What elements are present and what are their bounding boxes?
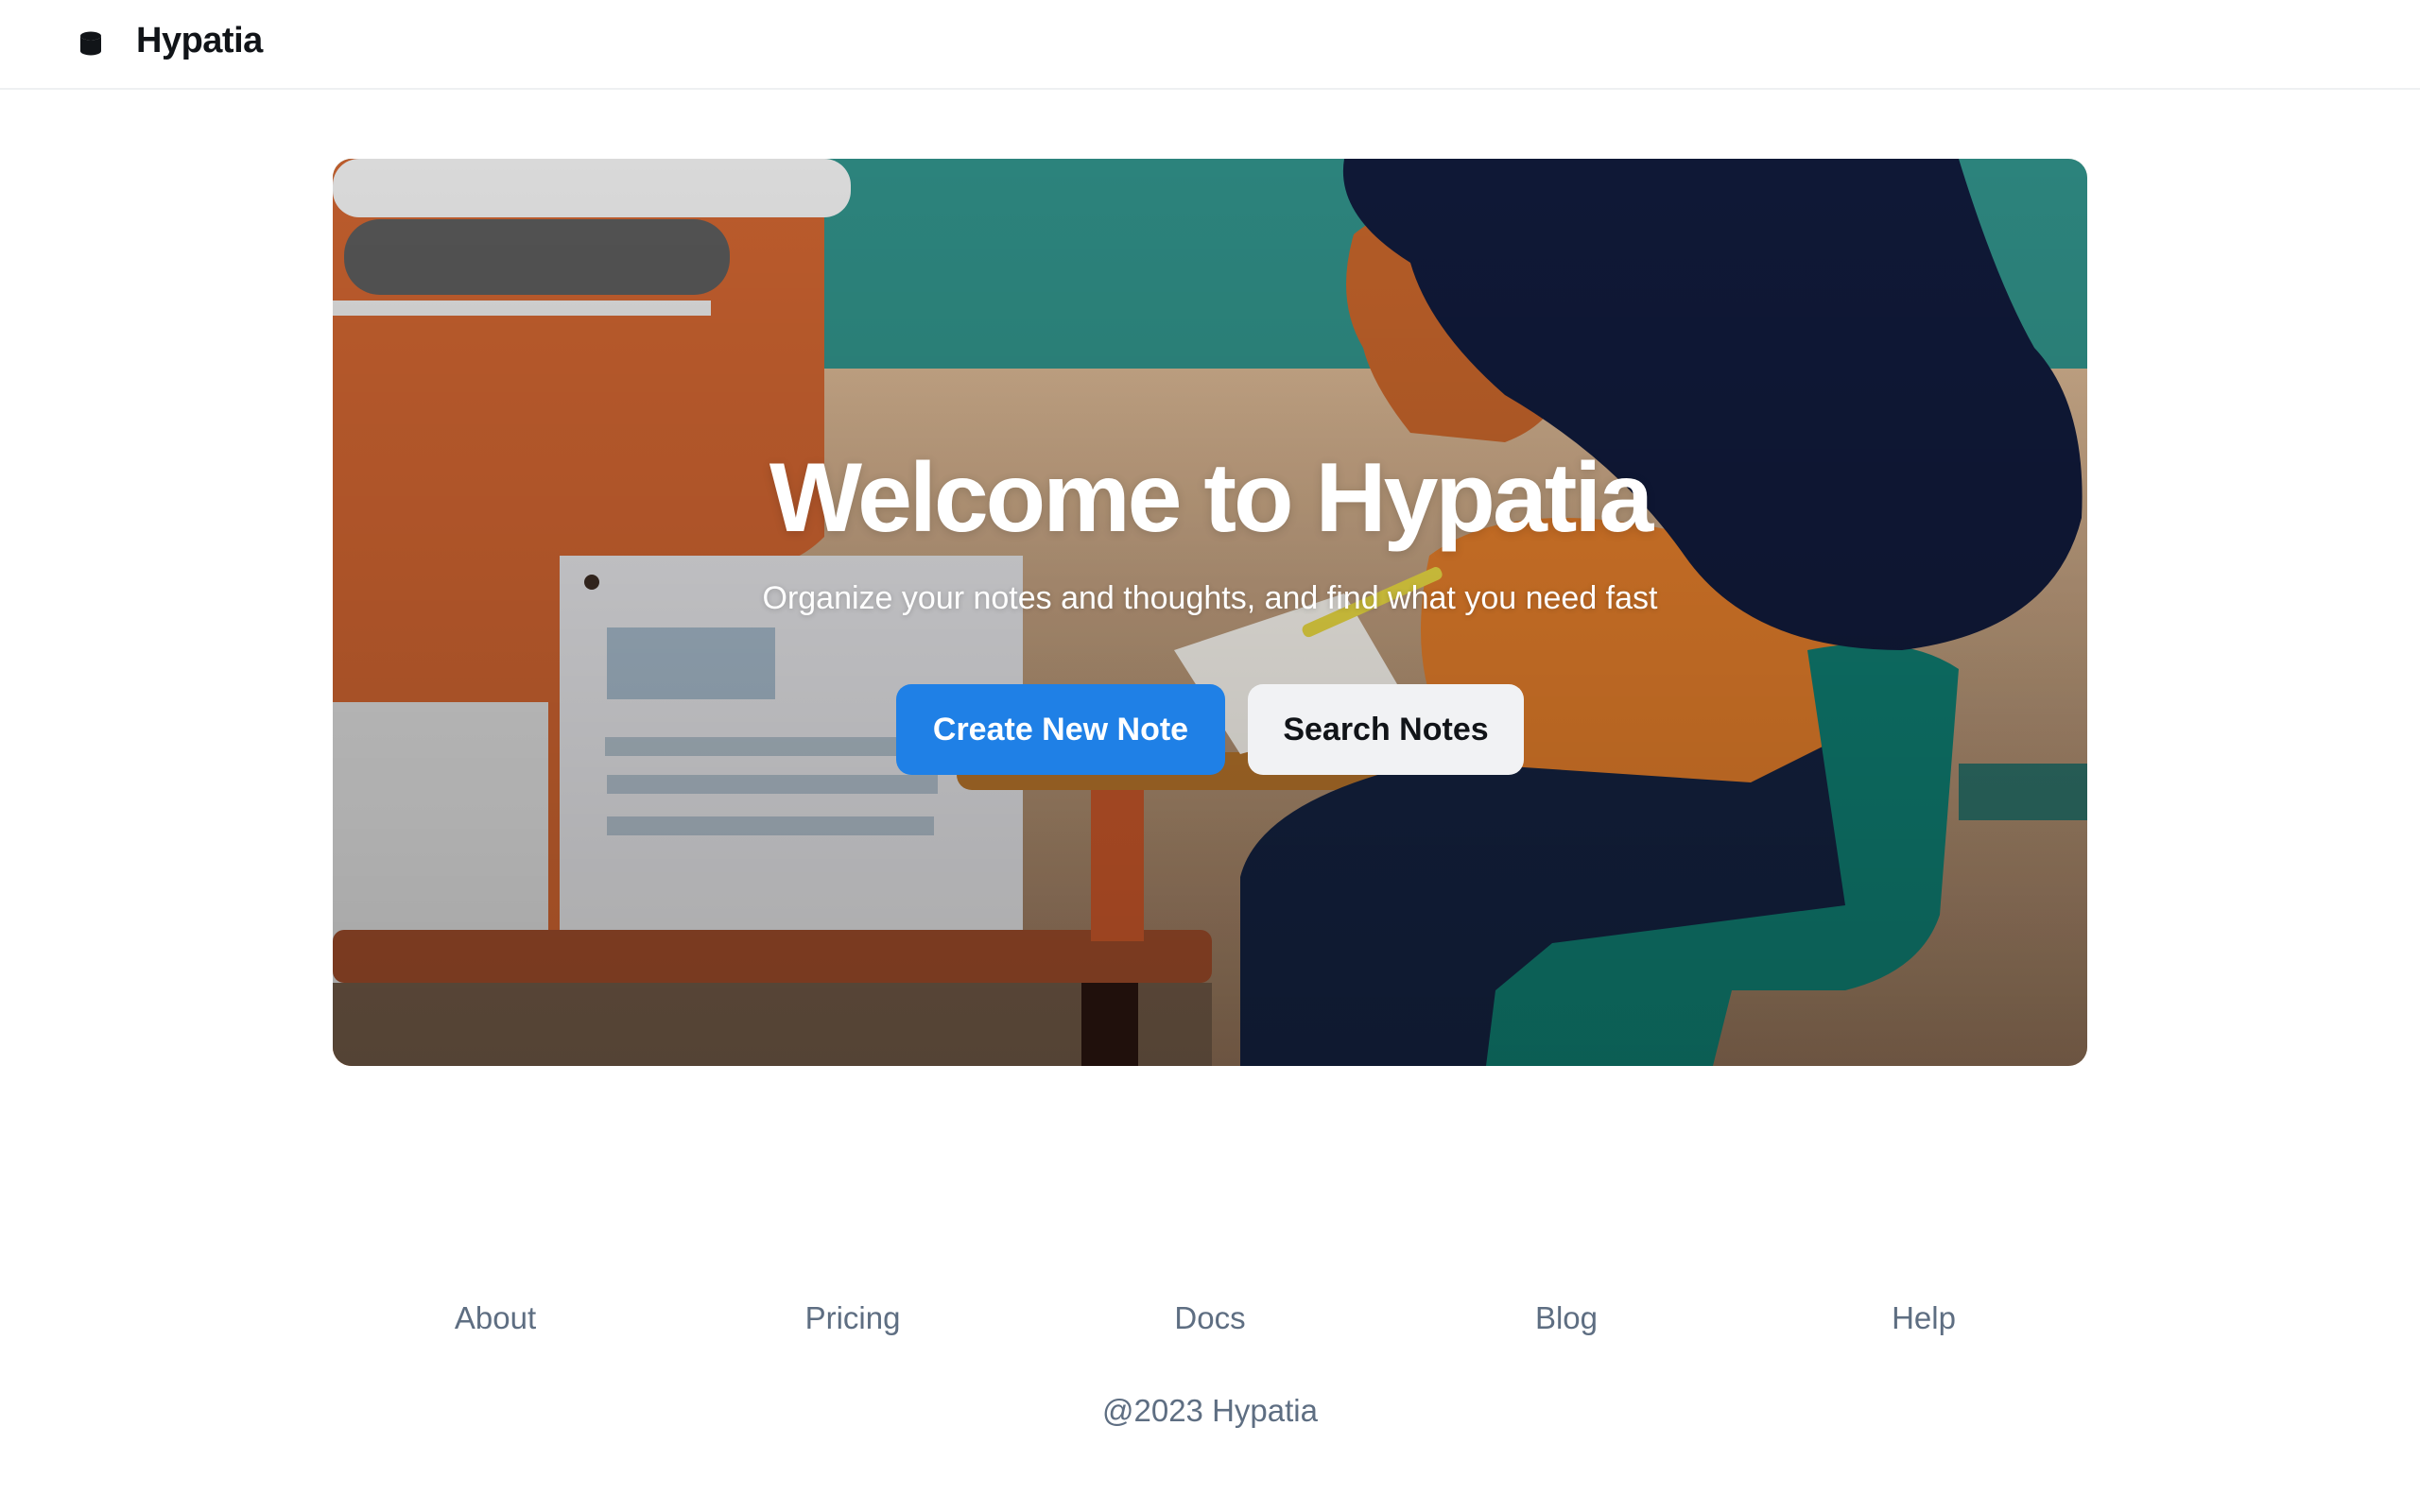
search-notes-button[interactable]: Search Notes xyxy=(1248,684,1524,775)
hero-banner: Welcome to Hypatia Organize your notes a… xyxy=(333,159,2087,1066)
footer-link-blog[interactable]: Blog xyxy=(1535,1300,1598,1336)
footer-link-help[interactable]: Help xyxy=(1892,1300,1956,1336)
hero-subtitle: Organize your notes and thoughts, and fi… xyxy=(762,580,1658,616)
hero-content: Welcome to Hypatia Organize your notes a… xyxy=(333,159,2087,1066)
footer-nav: About Pricing Docs Blog Help xyxy=(0,1300,2420,1348)
footer-link-pricing[interactable]: Pricing xyxy=(805,1300,901,1336)
top-header: Hypatia xyxy=(0,0,2420,90)
copyright: @2023 Hypatia xyxy=(1102,1393,1318,1428)
brand-name[interactable]: Hypatia xyxy=(136,21,263,61)
hero-title: Welcome to Hypatia xyxy=(769,443,1653,553)
footer-link-docs[interactable]: Docs xyxy=(1174,1300,1245,1336)
database-icon[interactable] xyxy=(79,31,102,56)
footer-link-about[interactable]: About xyxy=(455,1300,536,1336)
create-new-note-button[interactable]: Create New Note xyxy=(896,684,1225,775)
